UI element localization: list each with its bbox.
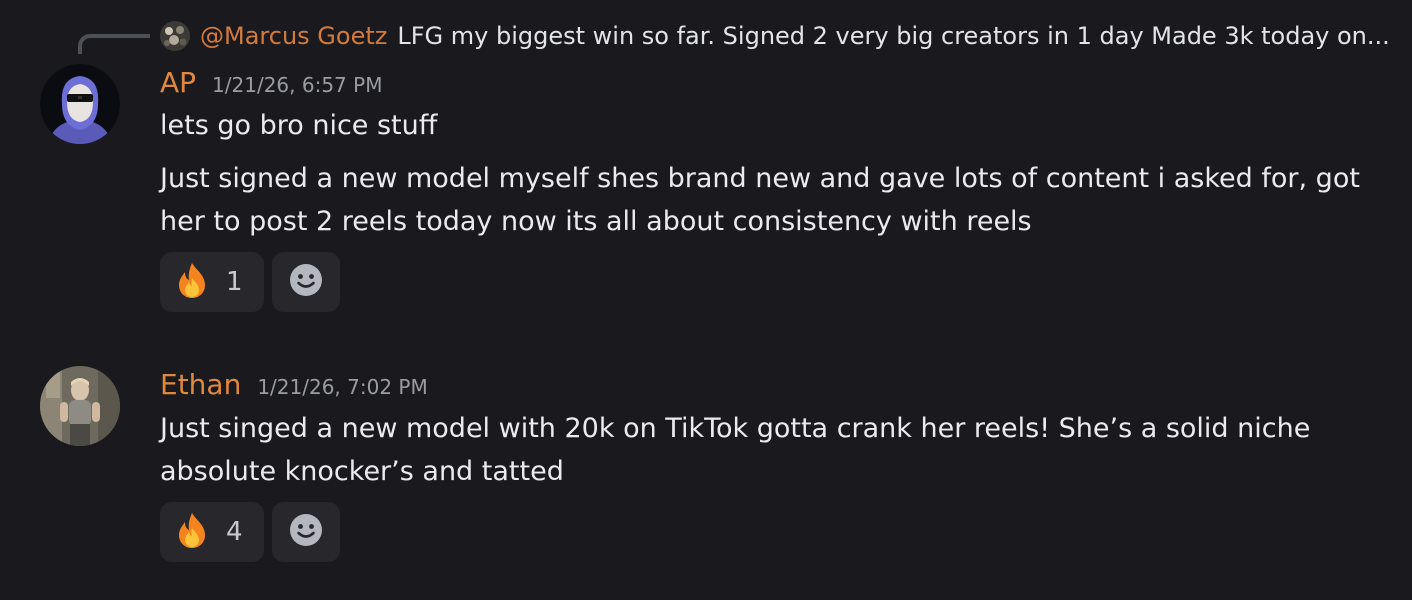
reaction-count: 1 <box>226 267 243 297</box>
smiley-icon <box>289 263 323 301</box>
add-reaction-button[interactable] <box>272 502 340 562</box>
message-text: lets go bro nice stuff <box>160 110 438 141</box>
avatar[interactable] <box>40 64 120 144</box>
message-header: AP 1/21/26, 6:57 PM <box>160 66 382 99</box>
avatar[interactable] <box>40 366 120 446</box>
message-timestamp[interactable]: 1/21/26, 6:57 PM <box>212 73 382 97</box>
message-header: Ethan 1/21/26, 7:02 PM <box>160 368 428 401</box>
reply-text[interactable]: LFG my biggest win so far. Signed 2 very… <box>397 22 1389 50</box>
reply-avatar[interactable] <box>160 21 190 51</box>
message-text: Just signed a new model myself shes bran… <box>160 163 1360 194</box>
message-text: her to post 2 reels today now its all ab… <box>160 206 1032 237</box>
reply-author[interactable]: @Marcus Goetz <box>200 22 387 50</box>
chat-view: @Marcus Goetz LFG my biggest win so far.… <box>0 0 1412 600</box>
author-name[interactable]: AP <box>160 66 196 99</box>
message-text: absolute knocker’s and tatted <box>160 456 564 487</box>
reply-connector <box>78 34 150 54</box>
reaction-count: 4 <box>226 517 243 547</box>
fire-reaction-button[interactable]: 1 <box>160 252 264 312</box>
fire-icon <box>172 510 212 554</box>
add-reaction-button[interactable] <box>272 252 340 312</box>
reply-reference[interactable]: @Marcus Goetz LFG my biggest win so far.… <box>160 18 1400 54</box>
fire-icon <box>172 260 212 304</box>
smiley-icon <box>289 513 323 551</box>
reactions-bar: 1 <box>160 252 340 312</box>
message-timestamp[interactable]: 1/21/26, 7:02 PM <box>257 375 427 399</box>
author-name[interactable]: Ethan <box>160 368 241 401</box>
fire-reaction-button[interactable]: 4 <box>160 502 264 562</box>
reactions-bar: 4 <box>160 502 340 562</box>
message-text: Just singed a new model with 20k on TikT… <box>160 413 1311 444</box>
